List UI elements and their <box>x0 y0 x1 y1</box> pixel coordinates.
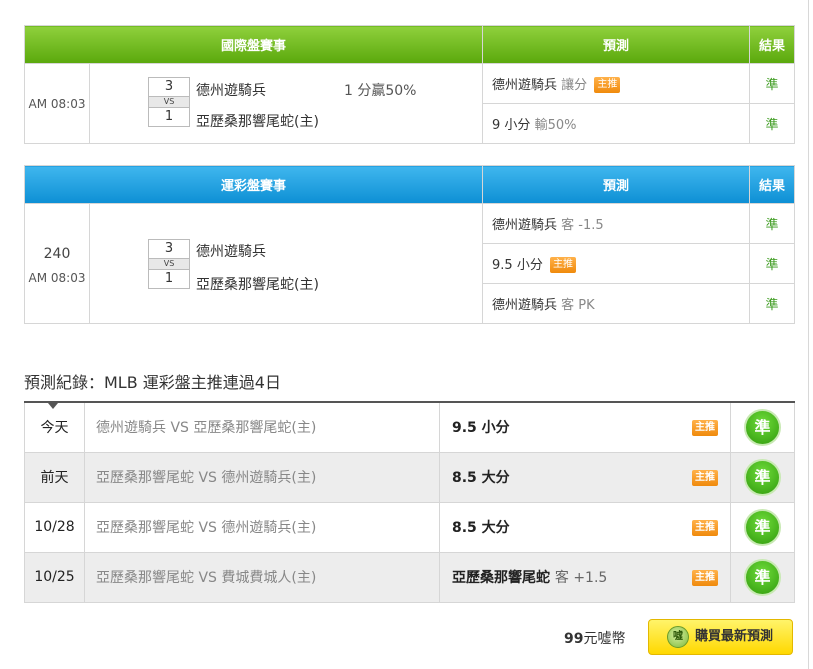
record-pick: 8.5 大分 主推 <box>439 501 731 553</box>
intl-pred-1-detail: 讓分 <box>561 78 588 93</box>
lottery-result-3: 準 <box>749 283 796 324</box>
record-pick-badge: 主推 <box>692 569 718 586</box>
record-result-ball: 準 <box>744 458 781 496</box>
lottery-score-away: 3 <box>148 239 190 259</box>
record-result-ball: 準 <box>744 508 781 546</box>
lottery-prediction-2: 9.5 小分 主推 <box>482 243 751 284</box>
intl-result-2: 準 <box>749 103 796 144</box>
lottery-score-home: 1 <box>148 269 190 289</box>
record-day: 今天 <box>24 401 85 453</box>
intl-score-home: 1 <box>148 107 190 127</box>
intl-match-cell[interactable]: 3 VS 1 德州遊騎兵 亞歷桑那響尾蛇(主) 1 分贏50% <box>88 63 484 144</box>
intl-pred-1-badge: 主推 <box>594 77 621 93</box>
buy-prediction-button[interactable]: 噓 購買最新預測 <box>648 619 793 655</box>
record-pick-badge: 主推 <box>692 420 718 436</box>
record-match: 亞歷桑那響尾蛇 VS 德州遊騎兵(主) <box>84 501 440 553</box>
record-result-ball: 準 <box>744 558 781 596</box>
lottery-event-header: 運彩盤賽事 <box>23 165 484 204</box>
lottery-vs: VS <box>148 259 190 269</box>
intl-prediction-header: 預測 <box>482 25 751 64</box>
record-match: 亞歷桑那響尾蛇 VS 德州遊騎兵(主) <box>84 451 440 503</box>
record-pick-badge: 主推 <box>692 469 718 486</box>
price-label: 99元噓幣 <box>564 628 625 648</box>
lottery-pred-1-detail: 客 -1.5 <box>561 218 604 233</box>
international-board: 國際盤賽事 預測 結果 AM 08:03 3 VS 1 德州遊騎兵 亞歷桑那響尾… <box>23 25 796 144</box>
lottery-board: 運彩盤賽事 預測 結果 240 AM 08:03 3 VS 1 德州遊騎兵 亞歷… <box>23 165 796 324</box>
record-day: 前天 <box>24 451 85 503</box>
page-right-border <box>808 0 809 669</box>
intl-event-header: 國際盤賽事 <box>23 25 484 64</box>
intl-team-away: 德州遊騎兵 <box>196 83 266 99</box>
lottery-prediction-3: 德州遊騎兵 客 PK <box>482 283 751 324</box>
record-pick-main: 亞歷桑那響尾蛇 <box>452 570 550 586</box>
intl-prediction-2: 9 小分 輸50% <box>482 103 751 144</box>
record-match: 亞歷桑那響尾蛇 VS 費城費城人(主) <box>84 551 440 603</box>
lottery-team-away: 德州遊騎兵 <box>196 244 266 260</box>
lottery-pred-3-detail: 客 PK <box>561 298 595 313</box>
record-pick-main: 8.5 大分 <box>452 470 510 486</box>
record-day: 10/25 <box>24 551 85 603</box>
intl-scorebox: 3 VS 1 <box>148 77 190 127</box>
intl-handicap: 1 分贏50% <box>344 83 417 99</box>
lottery-result-header: 結果 <box>749 165 796 204</box>
table-row[interactable]: 10/25 亞歷桑那響尾蛇 VS 費城費城人(主) 亞歷桑那響尾蛇 客 +1.5… <box>24 551 795 603</box>
intl-pred-2-main: 9 小分 <box>492 118 531 133</box>
lottery-result-1: 準 <box>749 203 796 244</box>
record-pick: 亞歷桑那響尾蛇 客 +1.5 主推 <box>439 551 731 603</box>
record-table: 今天 德州遊騎兵 VS 亞歷桑那響尾蛇(主) 9.5 小分 主推 準 前天 亞歷… <box>24 401 795 603</box>
lottery-prediction-1: 德州遊騎兵 客 -1.5 <box>482 203 751 244</box>
record-title: 預測紀錄：MLB 運彩盤主推連過4日 <box>24 373 281 392</box>
record-pick-main: 9.5 小分 <box>452 420 510 437</box>
lottery-result-2: 準 <box>749 243 796 284</box>
coin-icon: 噓 <box>667 626 689 648</box>
record-result: 準 <box>730 551 795 603</box>
buy-prediction-label: 購買最新預測 <box>695 629 774 644</box>
record-pick: 8.5 大分 主推 <box>439 451 731 503</box>
table-row[interactable]: 10/28 亞歷桑那響尾蛇 VS 德州遊騎兵(主) 8.5 大分 主推 準 <box>24 501 795 553</box>
record-pick-detail: 客 +1.5 <box>554 570 608 586</box>
record-pick-badge: 主推 <box>692 519 718 536</box>
record-result: 準 <box>730 401 795 453</box>
lottery-pred-2-main: 9.5 小分 <box>492 258 543 273</box>
intl-prediction-1: 德州遊騎兵 讓分 主推 <box>482 63 751 104</box>
intl-pred-2-detail: 輸50% <box>534 118 577 133</box>
record-pick: 9.5 小分 主推 <box>439 401 731 453</box>
intl-result-header: 結果 <box>749 25 796 64</box>
record-day: 10/28 <box>24 501 85 553</box>
lottery-match-cell[interactable]: 3 VS 1 德州遊騎兵 亞歷桑那響尾蛇(主) <box>88 203 484 324</box>
lottery-time: AM 08:03 <box>28 270 86 285</box>
lottery-pred-2-badge: 主推 <box>549 257 576 273</box>
lottery-team-home: 亞歷桑那響尾蛇(主) <box>196 277 319 293</box>
lottery-scorebox: 3 VS 1 <box>148 239 190 289</box>
record-result: 準 <box>730 501 795 553</box>
lottery-pred-1-main: 德州遊騎兵 <box>492 218 558 233</box>
table-row[interactable]: 前天 亞歷桑那響尾蛇 VS 德州遊騎兵(主) 8.5 大分 主推 準 <box>24 451 795 503</box>
record-pick-main: 8.5 大分 <box>452 520 510 536</box>
intl-time: AM 08:03 <box>28 96 86 111</box>
lottery-number: 240 <box>43 245 71 262</box>
caret-down-icon <box>48 403 58 409</box>
price-currency: 元噓幣 <box>583 631 626 647</box>
lottery-time-cell: 240 AM 08:03 <box>24 203 90 324</box>
record-match: 德州遊騎兵 VS 亞歷桑那響尾蛇(主) <box>84 401 440 453</box>
record-result: 準 <box>730 451 795 503</box>
lottery-prediction-header: 預測 <box>482 165 751 204</box>
price-amount: 99 <box>564 631 584 647</box>
lottery-pred-3-main: 德州遊騎兵 <box>492 298 558 313</box>
intl-vs: VS <box>148 97 190 107</box>
intl-pred-1-main: 德州遊騎兵 <box>492 78 558 93</box>
intl-time-cell: AM 08:03 <box>24 63 90 144</box>
intl-result-1: 準 <box>749 63 796 104</box>
table-row[interactable]: 今天 德州遊騎兵 VS 亞歷桑那響尾蛇(主) 9.5 小分 主推 準 <box>24 401 795 453</box>
record-result-ball: 準 <box>744 408 781 446</box>
intl-score-away: 3 <box>148 77 190 97</box>
intl-team-home: 亞歷桑那響尾蛇(主) <box>196 114 319 130</box>
